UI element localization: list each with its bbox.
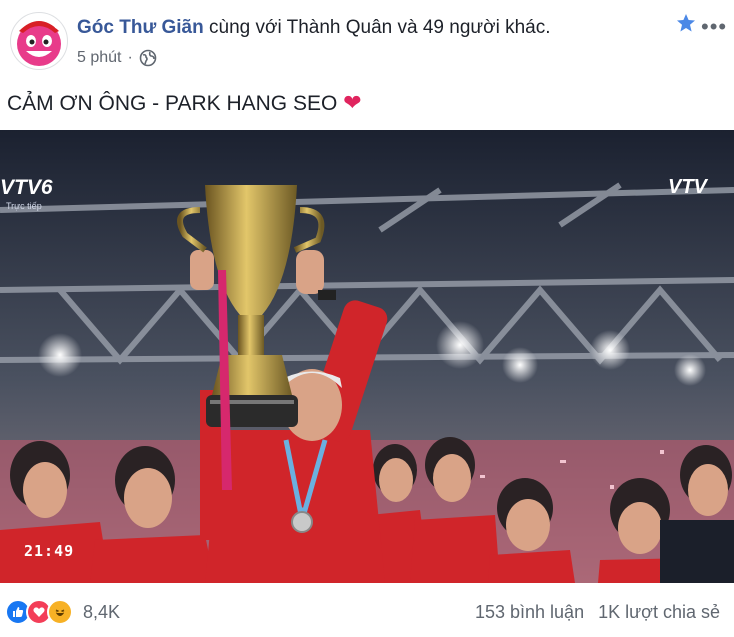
haha-reaction-icon	[47, 599, 73, 625]
reaction-icons[interactable]	[5, 599, 73, 625]
post-header: Góc Thư Giãn cùng với Thành Quân và 49 n…	[0, 0, 734, 80]
red-heart-emoji-icon: ❤	[343, 90, 362, 115]
tagged-people-text[interactable]: cùng với Thành Quân và 49 người khác.	[209, 17, 551, 38]
shares-count-link[interactable]: 1K lượt chia sẻ	[598, 602, 720, 623]
reaction-count[interactable]: 8,4K	[83, 602, 120, 623]
caption-text: CẢM ƠN ÔNG - PARK HANG SEO	[7, 92, 338, 115]
post-footer: 8,4K 153 bình luận 1K lượt chia sẻ	[0, 583, 734, 637]
broadcaster-left-label: VTV6	[0, 176, 53, 199]
post-timestamp[interactable]: 5 phút	[77, 49, 121, 67]
post-author-line: Góc Thư Giãn cùng với Thành Quân và 49 n…	[77, 17, 551, 39]
page-avatar[interactable]	[10, 12, 68, 70]
more-options-icon[interactable]: •••	[701, 14, 727, 40]
match-clock: 21:49	[24, 542, 75, 560]
live-label: Trực tiếp	[6, 201, 42, 211]
globe-icon	[139, 49, 157, 67]
post-photo[interactable]: VTV6 Trực tiếp VTV 21:49	[0, 130, 734, 583]
comments-count-link[interactable]: 153 bình luận	[475, 602, 584, 623]
avatar-smiley-icon	[17, 21, 62, 66]
trophy-celebration-image	[0, 130, 734, 583]
engagement-stats: 153 bình luận 1K lượt chia sẻ	[475, 602, 720, 623]
vtv-logo: VTV	[668, 176, 707, 198]
post-meta: 5 phút ·	[77, 49, 157, 67]
meta-separator: ·	[127, 49, 133, 66]
star-icon[interactable]	[676, 13, 696, 33]
page-name-link[interactable]: Góc Thư Giãn	[77, 17, 204, 38]
vtv6-logo: VTV6	[0, 176, 53, 200]
post-caption: CẢM ƠN ÔNG - PARK HANG SEO ❤	[7, 90, 362, 116]
